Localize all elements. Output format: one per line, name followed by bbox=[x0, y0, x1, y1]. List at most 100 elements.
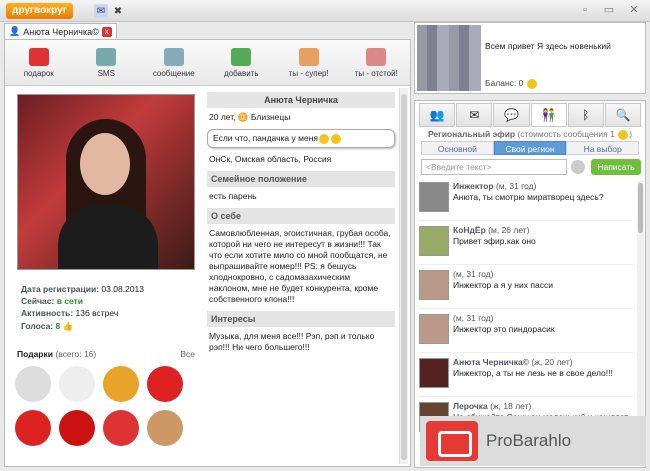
tab-close-icon[interactable]: x bbox=[101, 26, 112, 37]
gift-icon[interactable] bbox=[59, 366, 95, 402]
message-text: Инжектор а я у них пасси bbox=[453, 280, 553, 290]
watermark: ProBarahlo bbox=[420, 416, 646, 466]
message-text: Анюта, ты смотрю миратворец здесь? bbox=[453, 192, 604, 202]
message-list: Инжектор (м, 31 год) Анюта, ты смотрю мир… bbox=[419, 181, 633, 445]
minimize-button[interactable]: ▫ bbox=[578, 3, 592, 17]
user-name[interactable]: Инжектор (м, 31 год) bbox=[453, 181, 536, 191]
tools-icon[interactable]: ✖ bbox=[111, 4, 125, 18]
chat-message[interactable]: (м, 31 год) Инжектор а я у них пасси bbox=[419, 269, 633, 309]
toolbar-button[interactable]: SMS bbox=[73, 40, 141, 85]
efir-segment: Основной Свой регион На выбор bbox=[421, 141, 640, 155]
send-button[interactable]: Написать bbox=[591, 159, 641, 175]
chat-tabs: 👥 ✉ 💬 👫 ᛒ 🔍 bbox=[419, 103, 642, 127]
chat-message[interactable]: Инжектор (м, 31 год) Анюта, ты смотрю мир… bbox=[419, 181, 633, 221]
gift-icon[interactable] bbox=[15, 410, 51, 446]
efir-header: Региональный эфир (стоимость сообщения 1… bbox=[427, 129, 633, 140]
tab-contacts[interactable]: 👥 bbox=[419, 103, 456, 127]
toolbar-button[interactable]: ты - супер! bbox=[275, 40, 343, 85]
coin-icon bbox=[526, 78, 537, 89]
user-avatar[interactable] bbox=[419, 226, 449, 256]
message-text: Инжектор, а ты не лезь не в свое дело!!! bbox=[453, 368, 613, 378]
gift-icon[interactable] bbox=[15, 366, 51, 402]
flag-icon[interactable]: ✉ bbox=[94, 4, 108, 18]
profile-name: Анюта Черничка bbox=[207, 92, 395, 108]
interests-text: Музыка, для меня все!!! Рэп, рэп и тольк… bbox=[209, 330, 375, 352]
close-button[interactable]: ✕ bbox=[627, 3, 641, 17]
about-text: Самовлюбленная, эгоистичная, грубая особ… bbox=[209, 227, 391, 304]
maximize-button[interactable]: ▭ bbox=[602, 3, 616, 17]
user-name[interactable]: Лерочка (ж, 18 лет) bbox=[453, 401, 531, 411]
toolbar-label: добавить bbox=[223, 68, 259, 78]
tab-profile[interactable]: 👤 Анюта Черничка© x bbox=[4, 23, 117, 39]
interests-header: Интересы bbox=[207, 310, 395, 327]
tab-label: Анюта Черничка© bbox=[23, 26, 99, 37]
gift-icon[interactable] bbox=[103, 410, 139, 446]
tab-mail[interactable]: ✉ bbox=[456, 103, 493, 127]
user-avatar[interactable] bbox=[419, 358, 449, 388]
family-header: Семейное положение bbox=[207, 170, 395, 187]
toolbar-icon bbox=[366, 47, 387, 66]
toolbar-button[interactable]: подарок bbox=[5, 40, 73, 85]
watermark-label: ProBarahlo bbox=[486, 431, 572, 450]
gift-icon[interactable] bbox=[147, 366, 183, 402]
smile-picker-icon[interactable] bbox=[571, 160, 585, 174]
tab-bluetooth[interactable]: ᛒ bbox=[567, 103, 604, 127]
thumb-icon: 👍 bbox=[62, 321, 74, 331]
smile-icon bbox=[319, 133, 329, 144]
gift-icon[interactable] bbox=[147, 410, 183, 446]
app-logo[interactable]: другвокруг bbox=[6, 3, 73, 19]
user-name[interactable]: (м, 31 год) bbox=[453, 313, 493, 323]
toolbar-icon bbox=[298, 47, 319, 66]
toolbar-icon bbox=[163, 47, 184, 66]
toolbar-button[interactable]: сообщение bbox=[140, 40, 208, 85]
smile-icon bbox=[331, 133, 341, 144]
profile-scrollbar[interactable] bbox=[399, 88, 408, 464]
user-name[interactable]: КоНдЁр (м, 26 лет) bbox=[453, 225, 530, 235]
toolbar-icon bbox=[28, 47, 49, 66]
my-balance: Баланс: 0 bbox=[485, 78, 538, 89]
toolbar-label: ты - отстой! bbox=[354, 68, 398, 78]
toolbar-label: SMS bbox=[97, 68, 115, 78]
user-name[interactable]: (м, 31 год) bbox=[453, 269, 493, 279]
gifts-header: Подарки (всего: 16) Все bbox=[17, 349, 195, 359]
reg-date: Дата регистрации: 03.08.2013 bbox=[21, 284, 144, 294]
location: ОнСк, Омская область, Россия bbox=[209, 153, 332, 164]
about-header: О себе bbox=[207, 207, 395, 224]
chat-message[interactable]: (м, 31 год) Инжектор это пиндорасик bbox=[419, 313, 633, 353]
gifts-all-link[interactable]: Все bbox=[180, 349, 195, 359]
seg-choice[interactable]: На выбор bbox=[566, 141, 640, 155]
gift-icon[interactable] bbox=[59, 410, 95, 446]
status-bubble: Если что, пандачка у меня bbox=[207, 129, 395, 148]
gemini-icon: ♊ bbox=[237, 112, 249, 122]
chat-panel: 👥 ✉ 💬 👫 ᛒ 🔍 Региональный эфир (стоимость… bbox=[414, 100, 646, 468]
activity: Активность: 136 встреч bbox=[21, 308, 119, 318]
toolbar-icon bbox=[231, 47, 252, 66]
tab-chats[interactable]: 💬 bbox=[493, 103, 530, 127]
tab-efir[interactable]: 👫 bbox=[530, 103, 567, 127]
seg-main[interactable]: Основной bbox=[421, 141, 494, 155]
message-text: Инжектор это пиндорасик bbox=[453, 324, 555, 334]
toolbar-button[interactable]: добавить bbox=[208, 40, 276, 85]
user-avatar[interactable] bbox=[419, 182, 449, 212]
message-input[interactable]: <Введите текст> bbox=[421, 159, 567, 175]
profile-toolbar: подарок SMS сообщение добавить ты - супер! ты… bbox=[5, 40, 410, 86]
my-card: Всем привет Я здесь новенький Баланс: 0 bbox=[414, 22, 646, 94]
tab-search[interactable]: 🔍 bbox=[604, 103, 642, 127]
family-value: есть парень bbox=[209, 190, 257, 201]
title-bar: другвокруг ✉ ✖ ▫ ▭ ✕ bbox=[0, 0, 650, 22]
user-name[interactable]: Анюта Черничка© (ж, 20 лет) bbox=[453, 357, 573, 367]
gift-icon[interactable] bbox=[103, 366, 139, 402]
chat-message[interactable]: Анюта Черничка© (ж, 20 лет) Инжектор, а т… bbox=[419, 357, 633, 397]
toolbar-label: подарок bbox=[23, 68, 54, 78]
toolbar-button[interactable]: ты - отстой! bbox=[343, 40, 411, 85]
profile-photo[interactable] bbox=[17, 94, 195, 270]
toolbar-label: ты - супер! bbox=[288, 68, 329, 78]
seg-region[interactable]: Свой регион bbox=[493, 141, 567, 155]
my-avatar[interactable] bbox=[417, 25, 481, 91]
tab-person-icon: 👤 bbox=[9, 26, 21, 36]
user-avatar[interactable] bbox=[419, 314, 449, 344]
chat-message[interactable]: КоНдЁр (м, 26 лет) Привет эфир.как оно bbox=[419, 225, 633, 265]
user-avatar[interactable] bbox=[419, 270, 449, 300]
toolbar-icon bbox=[96, 47, 117, 66]
my-status[interactable]: Всем привет Я здесь новенький bbox=[485, 41, 635, 52]
